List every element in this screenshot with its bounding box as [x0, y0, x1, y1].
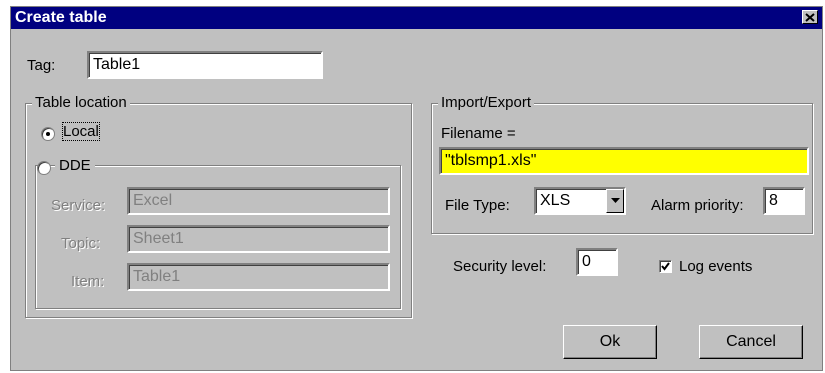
- item-input[interactable]: Table1: [127, 263, 390, 291]
- topic-label: Topic:: [61, 235, 101, 252]
- cancel-button[interactable]: Cancel: [699, 325, 803, 359]
- service-label: Service:: [51, 197, 106, 214]
- log-events-checkbox[interactable]: [659, 260, 672, 273]
- dde-radio[interactable]: [37, 161, 51, 175]
- dde-radio-label[interactable]: DDE: [55, 157, 95, 174]
- tag-label: Tag:: [27, 57, 56, 74]
- service-input[interactable]: Excel: [127, 187, 390, 215]
- item-label: Item:: [71, 273, 105, 290]
- tag-input[interactable]: Table1: [87, 51, 323, 79]
- chevron-down-icon: [610, 198, 620, 203]
- filename-input[interactable]: "tblsmp1.xls": [439, 147, 809, 175]
- checkmark-icon: [661, 262, 670, 271]
- file-type-value: XLS: [540, 192, 571, 209]
- alarm-priority-input[interactable]: 8: [763, 187, 805, 215]
- local-radio[interactable]: [41, 127, 55, 141]
- file-type-label: File Type:: [445, 197, 510, 214]
- window-title: Create table: [15, 9, 107, 26]
- filename-label: Filename =: [441, 125, 516, 142]
- alarm-priority-label: Alarm priority:: [651, 197, 744, 214]
- close-button[interactable]: [802, 10, 818, 24]
- security-level-label: Security level:: [453, 258, 547, 275]
- create-table-dialog: Create table Tag: Table1 Table location …: [10, 6, 823, 371]
- file-type-dropdown-button[interactable]: [606, 189, 624, 213]
- import-export-title: Import/Export: [438, 94, 535, 111]
- security-level-input[interactable]: 0: [576, 248, 618, 276]
- table-location-title: Table location: [32, 94, 130, 111]
- title-bar[interactable]: Create table: [11, 7, 822, 29]
- topic-input[interactable]: Sheet1: [127, 225, 390, 253]
- local-radio-label[interactable]: Local: [62, 122, 100, 141]
- log-events-label[interactable]: Log events: [679, 258, 752, 275]
- file-type-select[interactable]: XLS: [534, 187, 626, 215]
- ok-button[interactable]: Ok: [563, 325, 657, 359]
- close-icon: [805, 12, 815, 22]
